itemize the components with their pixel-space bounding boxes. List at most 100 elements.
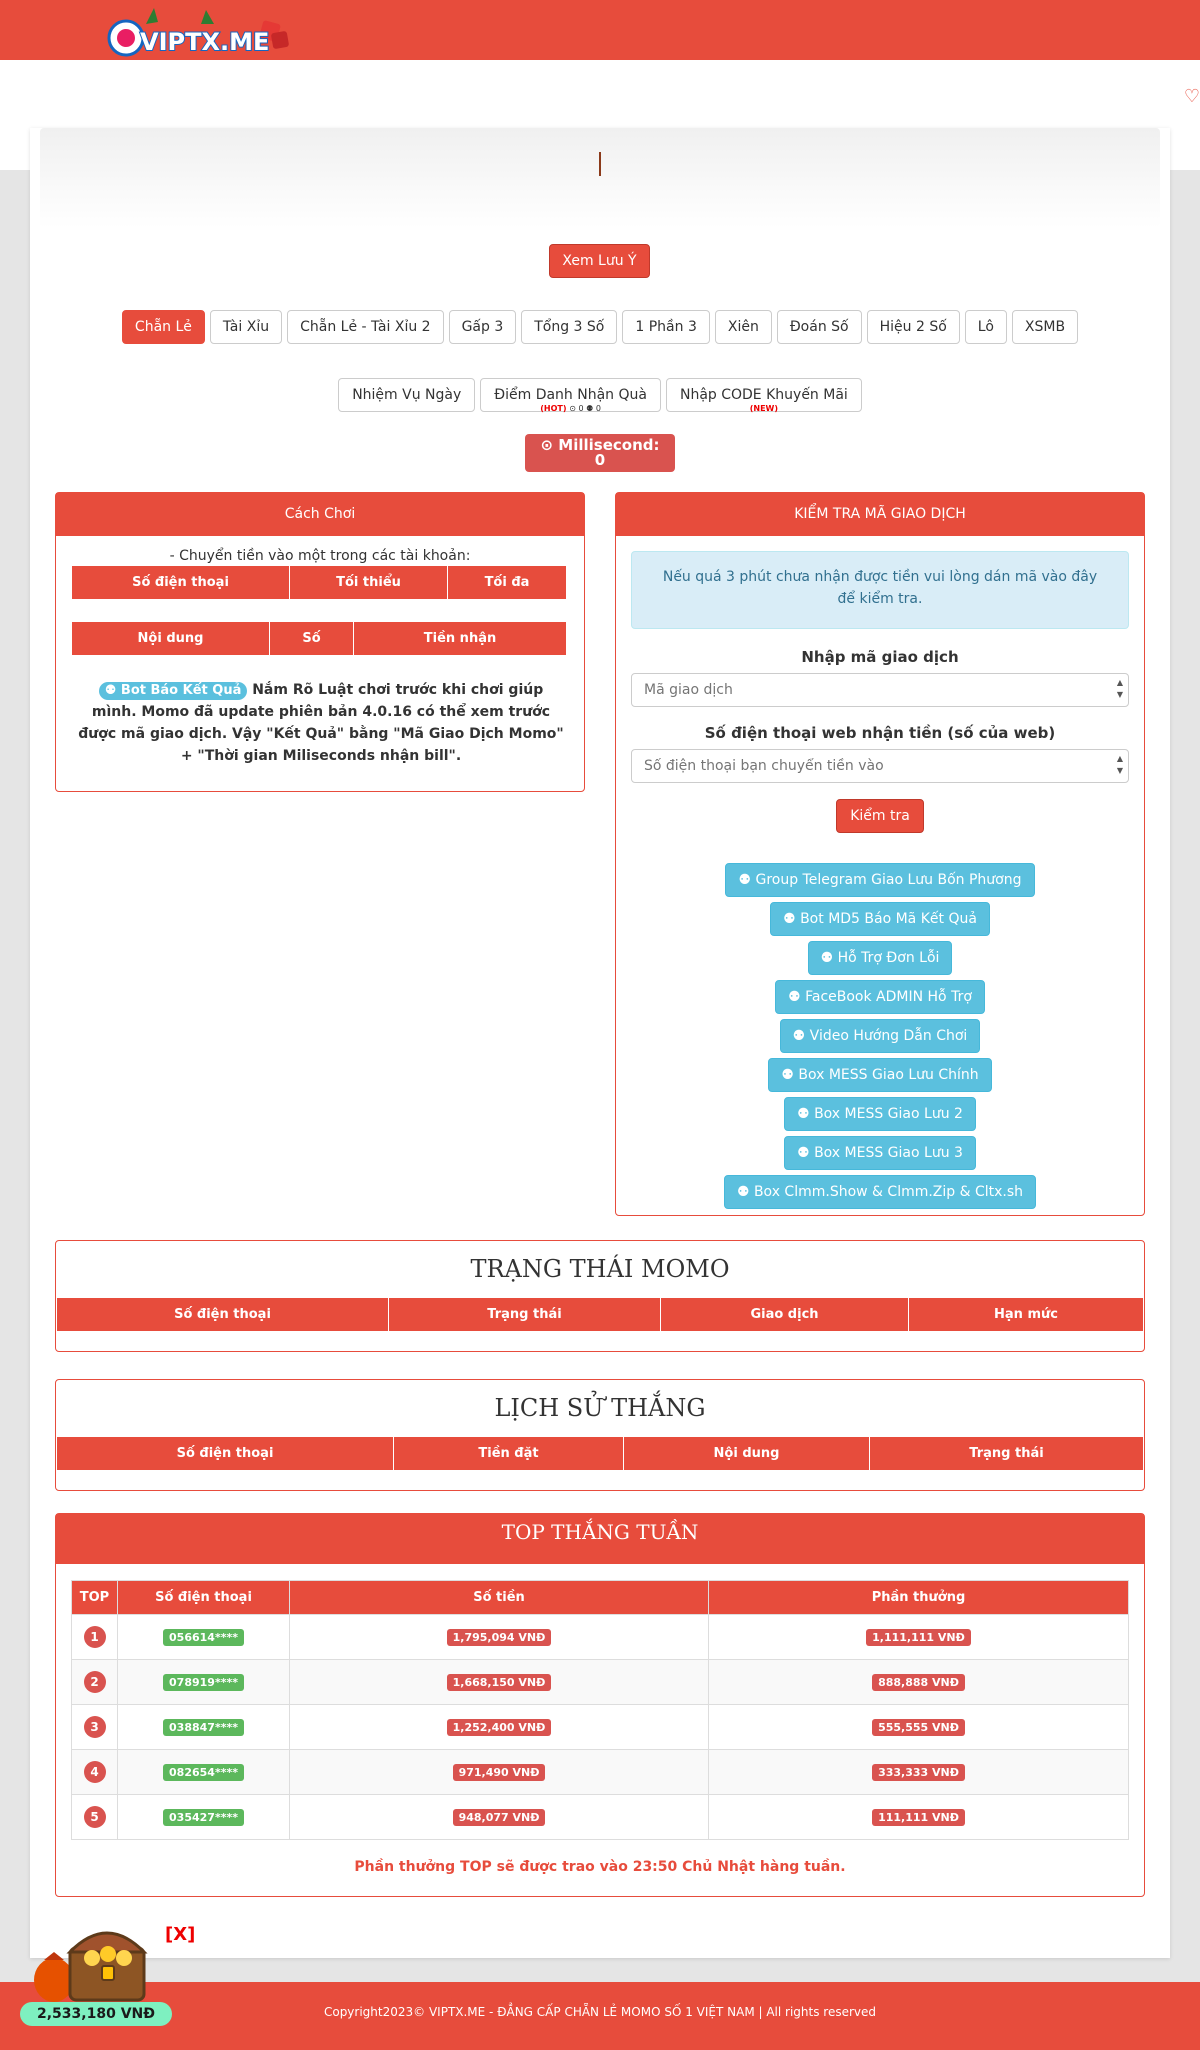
col-phone: Số điện thoại: [56, 1436, 394, 1471]
tab-hieu-2-so[interactable]: Hiệu 2 Số: [866, 310, 960, 344]
link-md5-bot[interactable]: ⚉ Bot MD5 Báo Mã Kết Quả: [770, 902, 990, 936]
how-to-play-panel: Cách Chơi - Chuyển tiền vào một trong cá…: [55, 492, 585, 792]
tab-gap-3[interactable]: Gấp 3: [448, 310, 517, 344]
promo-code-label: Nhập CODE Khuyến Mãi: [679, 387, 848, 403]
reward-cell: 888,888 VNĐ: [708, 1659, 1129, 1705]
reward-label: 333,333 VNĐ: [872, 1763, 965, 1781]
jackpot-amount: 2,533,180 VNĐ: [20, 2002, 172, 2026]
tab-promo-code[interactable]: Nhập CODE Khuyến Mãi (NEW): [665, 378, 862, 414]
reward-label: 888,888 VNĐ: [872, 1673, 965, 1691]
rules-guide: ⚉ Bot Báo Kết Quả Nắm Rõ Luật chơi trước…: [76, 679, 566, 767]
text-cursor: [599, 152, 601, 176]
link-mess-main[interactable]: ⚉ Box MESS Giao Lưu Chính: [768, 1058, 992, 1092]
col-status: Trạng thái: [388, 1297, 661, 1332]
community-links: ⚉ Group Telegram Giao Lưu Bốn Phương ⚉ B…: [616, 863, 1144, 1209]
amount-cell: 971,490 VNĐ: [289, 1749, 709, 1795]
tab-chan-le-tai-xiu-2[interactable]: Chẵn Lẻ - Tài Xỉu 2: [287, 310, 444, 344]
rank-badge: 5: [83, 1806, 106, 1828]
col-phone: Số điện thoại: [117, 1580, 290, 1615]
link-clmm-box[interactable]: ⚉ Box Clmm.Show & Clmm.Zip & Cltx.sh: [723, 1175, 1037, 1209]
amount-cell: 1,252,400 VNĐ: [289, 1704, 709, 1750]
win-history-table: Số điện thoại Tiền đặt Nội dung Trạng th…: [56, 1436, 1144, 1471]
col-bet: Tiền đặt: [393, 1436, 624, 1471]
reward-cell: 555,555 VNĐ: [708, 1704, 1129, 1750]
phone-spinner[interactable]: ▲ ▼: [1117, 753, 1123, 777]
momo-status-section: TRẠNG THÁI MOMO Số điện thoại Trạng thái…: [55, 1240, 1145, 1352]
checkin-counts: ⊙ 0 ⚉ 0: [569, 404, 601, 413]
table-row: 3 038847**** 1,252,400 VNĐ 555,555 VNĐ: [71, 1704, 1129, 1750]
rank-badge: 1: [83, 1626, 106, 1648]
extra-tabs: Nhiệm Vụ Ngày Điểm Danh Nhận Quà (HOT) ⊙…: [30, 378, 1170, 414]
amount-label: 1,795,094 VNĐ: [446, 1628, 552, 1646]
top-week-section: TOP THẮNG TUẦN TOP Số điện thoại Số tiền…: [55, 1513, 1145, 1897]
tab-tong-3-so[interactable]: Tổng 3 Số: [521, 310, 618, 344]
momo-status-title: TRẠNG THÁI MOMO: [470, 1255, 730, 1283]
link-telegram-group[interactable]: ⚉ Group Telegram Giao Lưu Bốn Phương: [725, 863, 1035, 897]
tab-doan-so[interactable]: Đoán Số: [776, 310, 862, 344]
phone-label: 038847****: [163, 1718, 244, 1736]
phone-cell: 082654****: [117, 1749, 290, 1795]
tab-1-phan-3[interactable]: 1 Phần 3: [622, 310, 710, 344]
tab-xien[interactable]: Xiên: [714, 310, 772, 344]
link-mess-2[interactable]: ⚉ Box MESS Giao Lưu 2: [784, 1097, 976, 1131]
top-reward-note: Phần thưởng TOP sẽ được trao vào 23:50 C…: [354, 1859, 846, 1875]
close-jackpot-button[interactable]: [X]: [165, 1924, 195, 1945]
link-mess-3[interactable]: ⚉ Box MESS Giao Lưu 3: [784, 1136, 976, 1170]
rank-badge: 4: [83, 1761, 106, 1783]
how-to-intro: - Chuyển tiền vào một trong các tài khoả…: [169, 548, 471, 564]
tab-xsmb[interactable]: XSMB: [1011, 310, 1079, 344]
tab-lo[interactable]: Lô: [964, 310, 1007, 344]
treasure-chest-icon[interactable]: [30, 1918, 154, 2008]
rank-cell: 4: [71, 1749, 118, 1795]
top-week-table: TOP Số điện thoại Số tiền Phần thưởng 1 …: [71, 1580, 1129, 1840]
col-top: TOP: [71, 1580, 118, 1615]
tab-checkin[interactable]: Điểm Danh Nhận Quà (HOT) ⊙ 0 ⚉ 0: [480, 378, 661, 413]
check-alert: Nếu quá 3 phút chưa nhận được tiền vui l…: [631, 551, 1129, 629]
transaction-code-input[interactable]: [631, 673, 1129, 707]
reward-label: 111,111 VNĐ: [872, 1808, 965, 1826]
col-content: Nội dung: [71, 621, 270, 656]
reward-cell: 1,111,111 VNĐ: [708, 1614, 1129, 1660]
phone-label: 078919****: [163, 1673, 244, 1691]
col-phone: Số điện thoại: [71, 565, 290, 600]
logo-graphic: VIPTX.ME: [107, 8, 289, 57]
check-button[interactable]: Kiểm tra: [836, 799, 924, 833]
hot-tag: (HOT): [540, 404, 567, 413]
how-to-play-title: Cách Chơi: [56, 493, 584, 536]
rank-cell: 1: [71, 1614, 118, 1660]
rank-badge: 2: [83, 1671, 106, 1693]
win-history-section: LỊCH SỬ THẮNG Số điện thoại Tiền đặt Nội…: [55, 1379, 1145, 1491]
millisecond-badge: ⊙ Millisecond: 0: [525, 434, 675, 472]
bot-result-badge[interactable]: ⚉ Bot Báo Kết Quả: [98, 682, 248, 700]
win-history-title: LỊCH SỬ THẮNG: [494, 1394, 706, 1422]
phone-cell: 078919****: [117, 1659, 290, 1705]
phone-field-wrap: ▲▼: [616, 749, 1144, 783]
phone-label: 082654****: [163, 1763, 244, 1781]
col-number: Số: [269, 621, 354, 656]
promo-subtag: (NEW): [667, 404, 861, 414]
code-label: Nhập mã giao dịch: [801, 648, 959, 666]
check-transaction-title: KIỂM TRA MÃ GIAO DỊCH: [616, 493, 1144, 536]
view-notice-button[interactable]: Xem Lưu Ý: [549, 244, 650, 278]
col-reward: Phần thưởng: [708, 1580, 1129, 1615]
game-tabs: Chẵn Lẻ Tài Xỉu Chẵn Lẻ - Tài Xỉu 2 Gấp …: [30, 310, 1170, 344]
svg-text:VIPTX.ME: VIPTX.ME: [140, 28, 269, 56]
link-facebook-admin[interactable]: ⚉ FaceBook ADMIN Hỗ Trợ: [775, 980, 985, 1014]
amount-label: 948,077 VNĐ: [452, 1808, 546, 1826]
check-transaction-panel: KIỂM TRA MÃ GIAO DỊCH Nếu quá 3 phút chư…: [615, 492, 1145, 1216]
code-spinner[interactable]: ▲ ▼: [1117, 677, 1123, 701]
col-max: Tối đa: [447, 565, 567, 600]
link-video-guide[interactable]: ⚉ Video Hướng Dẫn Chơi: [779, 1019, 981, 1053]
tab-chan-le[interactable]: Chẵn Lẻ: [121, 310, 205, 344]
tab-tai-xiu[interactable]: Tài Xỉu: [209, 310, 283, 344]
rank-cell: 5: [71, 1794, 118, 1840]
link-error-support[interactable]: ⚉ Hỗ Trợ Đơn Lỗi: [807, 941, 953, 975]
amount-cell: 1,795,094 VNĐ: [289, 1614, 709, 1660]
amount-label: 1,668,150 VNĐ: [446, 1673, 552, 1691]
site-logo[interactable]: VIPTX.ME: [106, 2, 292, 58]
amount-cell: 948,077 VNĐ: [289, 1794, 709, 1840]
col-amount: Số tiền: [289, 1580, 709, 1615]
tab-daily-mission[interactable]: Nhiệm Vụ Ngày: [338, 378, 476, 412]
web-phone-input[interactable]: [631, 749, 1129, 783]
main-container: Xem Lưu Ý Chẵn Lẻ Tài Xỉu Chẵn Lẻ - Tài …: [30, 128, 1170, 1958]
